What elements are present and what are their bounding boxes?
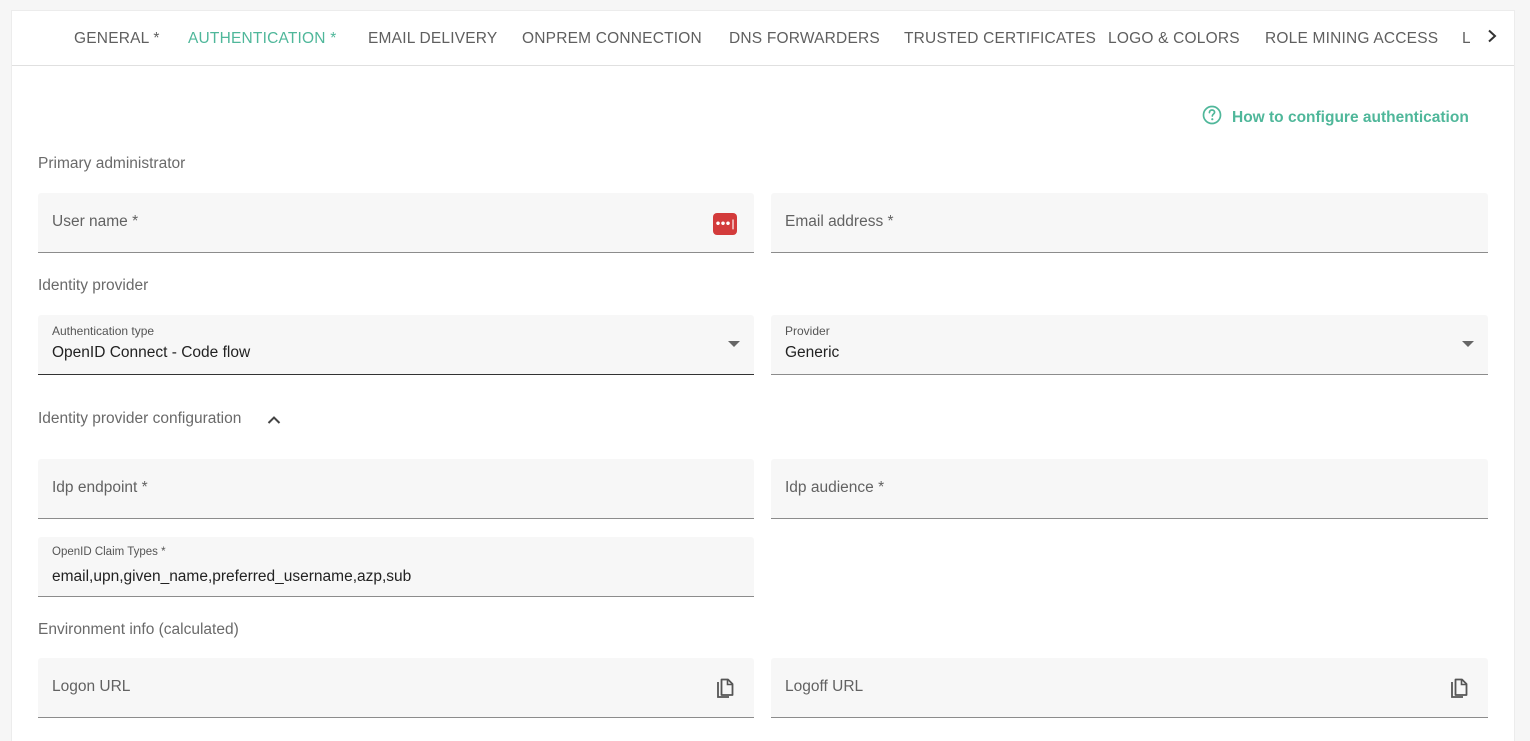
idp-endpoint-placeholder: Idp endpoint * — [52, 479, 148, 496]
copy-icon[interactable] — [712, 676, 738, 702]
password-manager-icon[interactable]: •••| — [712, 211, 738, 237]
tab-dns-forwarders[interactable]: DNS FORWARDERS — [711, 11, 898, 65]
help-link-label: How to configure authentication — [1232, 108, 1469, 126]
idp-audience-field[interactable]: Idp audience * — [771, 459, 1488, 519]
environment-info-heading: Environment info (calculated) — [38, 621, 239, 638]
tab-trusted-certificates[interactable]: TRUSTED CERTIFICATES — [886, 11, 1114, 65]
tab-role-mining-access[interactable]: ROLE MINING ACCESS — [1247, 11, 1456, 65]
identity-provider-heading: Identity provider — [38, 277, 149, 294]
tab-bar: GENERAL * AUTHENTICATION * EMAIL DELIVER… — [12, 11, 1514, 66]
logon-url-placeholder: Logon URL — [52, 678, 131, 695]
tabs-scroll-right-button[interactable] — [1470, 11, 1514, 65]
user-name-placeholder: User name * — [52, 213, 139, 230]
tab-onprem-connection[interactable]: ONPREM CONNECTION — [504, 11, 720, 65]
provider-label: Provider — [785, 324, 830, 338]
primary-admin-heading: Primary administrator — [38, 155, 186, 172]
logoff-url-field[interactable]: Logoff URL — [771, 658, 1488, 718]
email-address-placeholder: Email address * — [785, 213, 894, 230]
chevron-up-icon — [267, 412, 281, 430]
email-address-field[interactable]: Email address * — [771, 193, 1488, 253]
password-manager-badge: •••| — [713, 213, 737, 235]
openid-claim-types-field[interactable]: OpenID Claim Types * email,upn,given_nam… — [38, 537, 754, 597]
openid-claim-types-label: OpenID Claim Types * — [52, 546, 166, 558]
logon-url-field[interactable]: Logon URL — [38, 658, 754, 718]
authentication-type-select[interactable]: Authentication type OpenID Connect - Cod… — [38, 315, 754, 375]
openid-claim-types-value: email,upn,given_name,preferred_username,… — [52, 568, 412, 585]
tab-general[interactable]: GENERAL * — [56, 11, 178, 65]
provider-value: Generic — [785, 344, 840, 361]
provider-select[interactable]: Provider Generic — [771, 315, 1488, 375]
tab-email-delivery[interactable]: EMAIL DELIVERY — [350, 11, 515, 65]
idp-config-heading: Identity provider configuration — [38, 410, 242, 427]
idp-endpoint-field[interactable]: Idp endpoint * — [38, 459, 754, 519]
idp-audience-placeholder: Idp audience * — [785, 479, 885, 496]
authentication-type-value: OpenID Connect - Code flow — [52, 344, 251, 361]
dropdown-arrow-icon — [1462, 341, 1474, 347]
tab-logo-colors[interactable]: LOGO & COLORS — [1090, 11, 1258, 65]
logoff-url-placeholder: Logoff URL — [785, 678, 864, 695]
idp-config-collapse-button[interactable] — [262, 409, 286, 433]
copy-icon[interactable] — [1446, 676, 1472, 702]
settings-card: GENERAL * AUTHENTICATION * EMAIL DELIVER… — [11, 10, 1515, 741]
tab-authentication[interactable]: AUTHENTICATION * — [170, 11, 349, 65]
authentication-type-label: Authentication type — [52, 324, 155, 338]
dropdown-arrow-icon — [728, 341, 740, 347]
user-name-field[interactable]: User name * •••| — [38, 193, 754, 253]
how-to-configure-link[interactable]: How to configure authentication — [1202, 105, 1469, 130]
help-circle-icon — [1202, 105, 1222, 130]
chevron-right-icon — [1485, 29, 1499, 48]
